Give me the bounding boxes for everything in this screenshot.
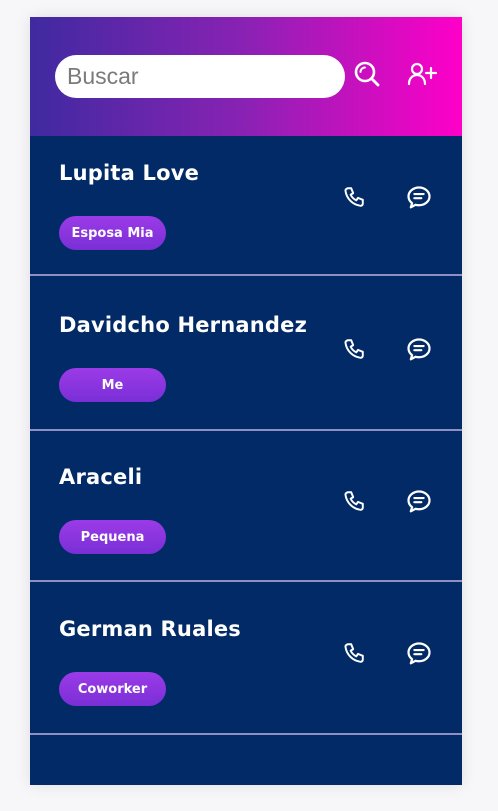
call-button[interactable] [340,639,370,669]
contact-card[interactable]: German Ruales Coworker [30,592,462,730]
contact-card[interactable]: Lupita Love Esposa Mia [30,136,462,274]
search-button[interactable] [350,57,384,91]
contact-tag[interactable]: Esposa Mia [59,216,166,250]
contact-tag[interactable]: Me [59,368,166,402]
divider [30,580,462,582]
search-box[interactable] [55,54,345,99]
divider [30,429,462,431]
chat-bubble-icon [407,338,431,361]
contact-name: Lupita Love [59,161,200,185]
phone-icon [344,187,364,207]
add-user-icon [407,62,437,86]
chat-bubble-icon [407,186,431,209]
divider [30,274,462,276]
search-icon [354,61,380,87]
add-contact-button[interactable] [405,57,439,91]
message-button[interactable] [404,335,434,365]
contact-tag[interactable]: Coworker [59,672,166,706]
call-button[interactable] [340,335,370,365]
chat-bubble-icon [407,642,431,665]
message-button[interactable] [404,487,434,517]
contact-name: Davidcho Hernandez [59,313,308,337]
divider [30,733,462,735]
contacts-app: Lupita Love Esposa Mia Davidcho Hernande… [30,17,462,785]
contact-tag[interactable]: Pequena [59,520,166,554]
phone-icon [344,339,364,359]
message-button[interactable] [404,183,434,213]
phone-icon [344,643,364,663]
call-button[interactable] [340,183,370,213]
contact-card[interactable]: Davidcho Hernandez Me [30,288,462,426]
header [30,17,462,136]
contact-card[interactable]: Araceli Pequena [30,440,462,578]
contact-name: Araceli [59,465,143,489]
phone-icon [344,491,364,511]
call-button[interactable] [340,487,370,517]
chat-bubble-icon [407,490,431,513]
search-input[interactable] [65,54,345,99]
message-button[interactable] [404,639,434,669]
contact-name: German Ruales [59,617,241,641]
